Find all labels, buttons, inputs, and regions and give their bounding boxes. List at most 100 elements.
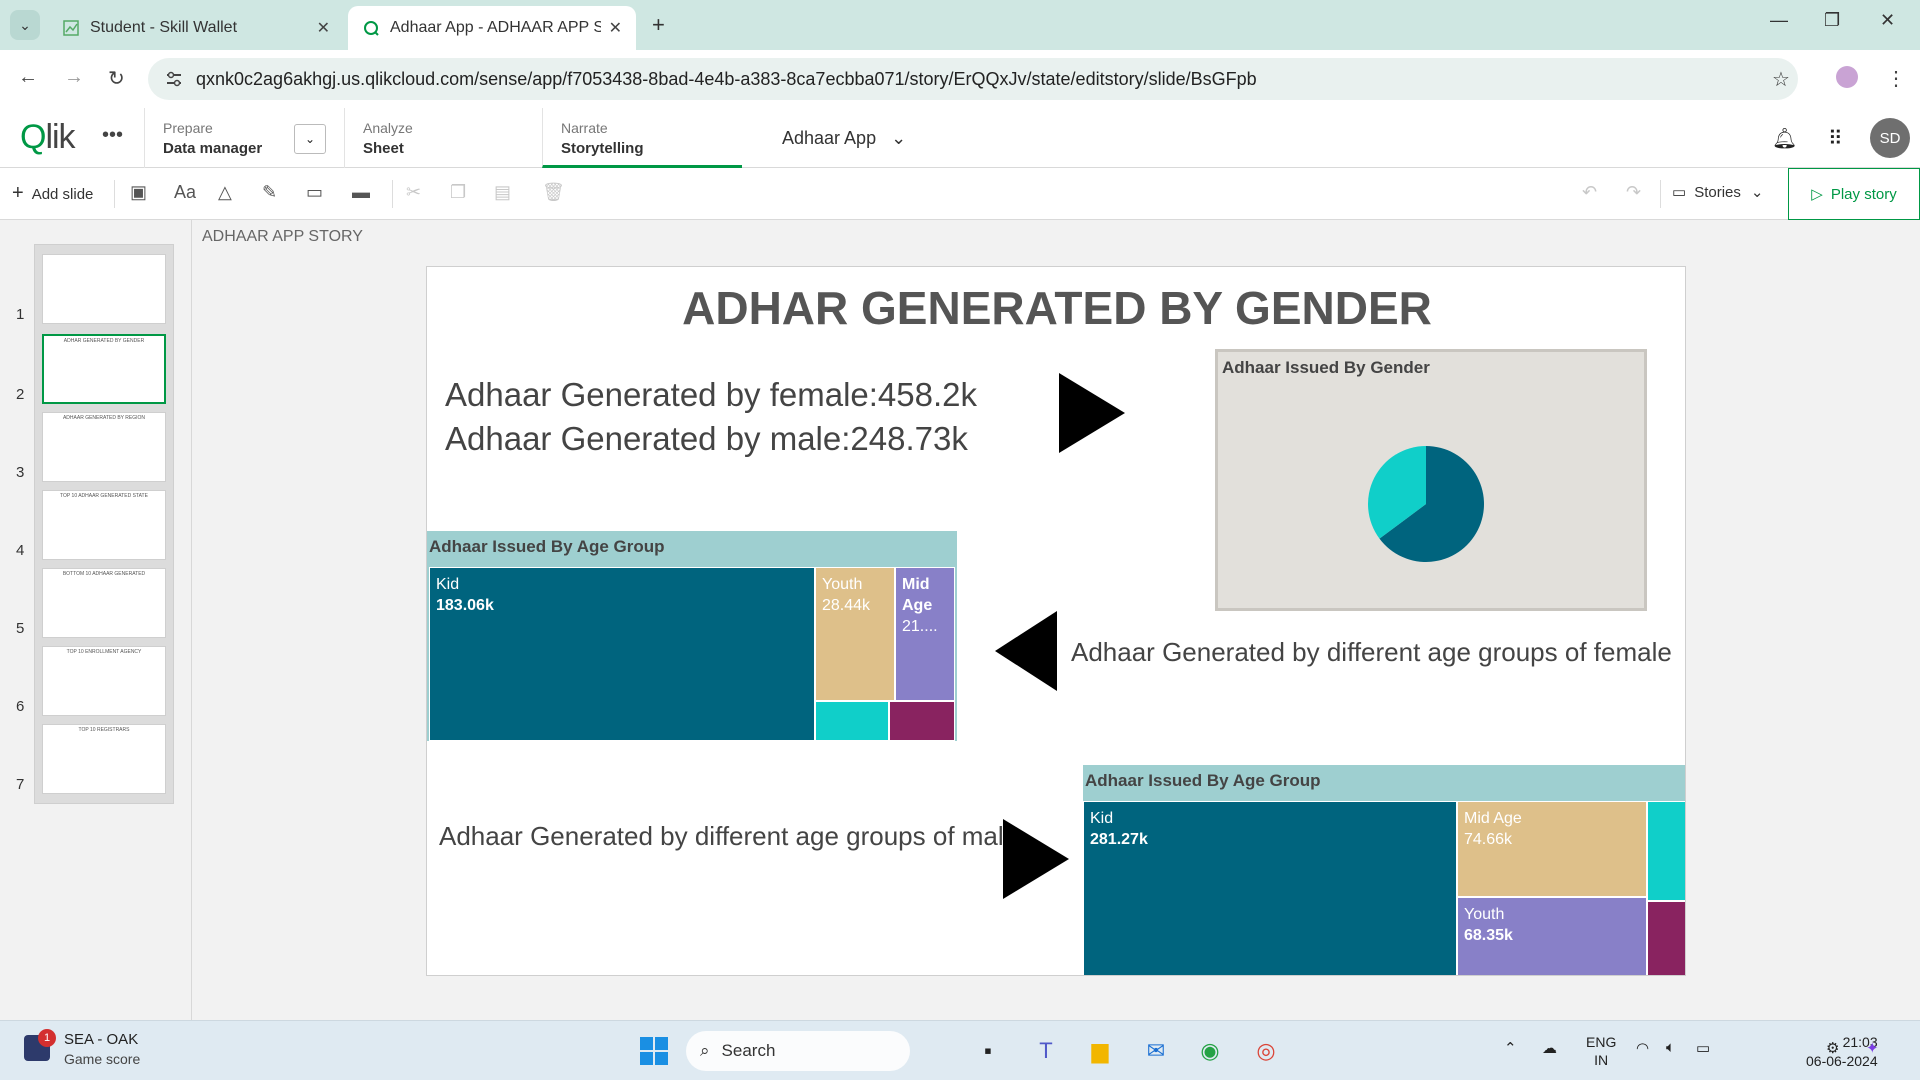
arrow-left-shape[interactable]	[995, 611, 1057, 691]
male-age-caption[interactable]: Adhaar Generated by different age groups…	[439, 821, 1018, 852]
browser-tab-strip: ⌄ Student - Skill Wallet ✕ Adhaar App - …	[0, 0, 1920, 50]
close-icon[interactable]: ✕	[609, 18, 622, 38]
treemap-cell-teal[interactable]	[815, 701, 889, 741]
browser-menu-icon[interactable]: ⋮	[1886, 66, 1906, 91]
chevron-down-icon: ⌄	[1750, 184, 1764, 201]
window-close-icon[interactable]: ✕	[1880, 10, 1895, 31]
mail-icon[interactable]: ✉	[1140, 1035, 1172, 1067]
task-view-icon[interactable]: ▪	[972, 1035, 1004, 1067]
qlik-logo[interactable]: Qlik	[20, 118, 76, 157]
tray-overflow-chevron-icon[interactable]: ⌃	[1504, 1039, 1517, 1057]
restore-icon[interactable]: ❐	[1824, 10, 1840, 31]
new-tab-icon[interactable]: +	[652, 12, 665, 38]
arrow-right-shape[interactable]	[1059, 373, 1125, 453]
play-story-button[interactable]: ▷ Play story	[1788, 168, 1920, 220]
slide-title[interactable]: ADHAR GENERATED BY GENDER	[427, 281, 1685, 335]
treemap-cell-teal[interactable]	[1647, 801, 1685, 901]
taskbar-search-input[interactable]: ⌕ Search	[686, 1031, 910, 1071]
tab-adhaar-app[interactable]: Adhaar App - ADHAAR APP STC ✕	[348, 6, 636, 50]
treemap-cell-mid-age[interactable]: Mid Age 74.66k	[1457, 801, 1647, 897]
slide-thumbnail-2[interactable]: ADHAR GENERATED BY GENDER	[42, 334, 166, 404]
language-indicator[interactable]: ENG IN	[1586, 1033, 1616, 1069]
add-slide-button[interactable]: + Add slide	[12, 182, 93, 205]
sheet-icon[interactable]: ▬	[352, 182, 370, 203]
thumbnail-title: TOP 10 ENROLLMENT AGENCY	[66, 649, 142, 655]
thumbnail-title: ADHAAR GENERATED BY REGION	[62, 415, 146, 421]
male-count-text: Adhaar Generated by male:248.73k	[445, 420, 968, 457]
nav-analyze[interactable]: Analyze Sheet	[344, 108, 542, 168]
tab-search-chevron-icon[interactable]: ⌄	[10, 10, 40, 40]
cell-label: Kid	[1090, 810, 1114, 827]
chart-title: Adhaar Issued By Gender	[1222, 358, 1430, 377]
volume-icon[interactable]: 🔈︎	[1666, 1039, 1675, 1056]
forward-icon[interactable]: →	[64, 66, 84, 89]
onedrive-cloud-icon[interactable]: ☁	[1542, 1039, 1557, 1057]
wifi-icon[interactable]: ◠	[1636, 1039, 1649, 1057]
treemap-cell-kid[interactable]: Kid 183.06k	[429, 567, 815, 741]
stories-dropdown[interactable]: ▭ Stories ⌄	[1672, 183, 1763, 201]
url-input[interactable]: qxnk0c2ag6akhgj.us.qlikcloud.com/sense/a…	[148, 58, 1798, 100]
female-age-caption[interactable]: Adhaar Generated by different age groups…	[1071, 637, 1672, 668]
user-avatar[interactable]: SD	[1870, 118, 1910, 158]
bookmark-star-icon[interactable]: ☆	[1772, 67, 1790, 92]
treemap-cell-mid-age[interactable]: Mid Age 21....	[895, 567, 955, 701]
more-options-icon[interactable]: •••	[102, 124, 123, 147]
female-count-text: Adhaar Generated by female:458.2k	[445, 376, 978, 413]
slide-thumbnail-1[interactable]	[42, 254, 166, 324]
whatsapp-icon[interactable]: ◉	[1194, 1035, 1226, 1067]
region-code: IN	[1594, 1052, 1609, 1068]
apps-grid-icon[interactable]: ⠿	[1828, 126, 1843, 151]
thumbnail-title: TOP 10 REGISTRARS	[78, 727, 130, 733]
snapshot-icon[interactable]: ▣	[130, 182, 147, 203]
pie-slices	[1368, 446, 1484, 562]
battery-icon[interactable]: ▭	[1696, 1039, 1710, 1057]
redo-icon[interactable]: ↷	[1626, 182, 1641, 203]
file-explorer-icon[interactable]: ▆	[1084, 1035, 1116, 1067]
arrow-right-shape[interactable]	[1003, 819, 1069, 899]
nav-narrate[interactable]: Narrate Storytelling	[542, 108, 742, 168]
windows-taskbar: SEA - OAK Game score 1 ⌕ Search ▪ T ▆ ✉ ◉…	[0, 1020, 1920, 1080]
male-age-treemap[interactable]: Adhaar Issued By Age Group Kid 281.27k M…	[1083, 765, 1685, 975]
windows-start-icon[interactable]	[638, 1035, 670, 1067]
treemap-cell-youth[interactable]: Youth 28.44k	[815, 567, 895, 701]
gender-summary-text[interactable]: Adhaar Generated by female:458.2k Adhaar…	[445, 373, 977, 461]
effects-icon[interactable]: ✎	[262, 182, 277, 203]
slide-thumbnail-4[interactable]: TOP 10 ADHAAR GENERATED STATE	[42, 490, 166, 560]
app-name-dropdown[interactable]: Adhaar App ⌄	[782, 128, 906, 149]
slide-thumbnail-6[interactable]: TOP 10 ENROLLMENT AGENCY	[42, 646, 166, 716]
stories-icon: ▭	[1672, 184, 1687, 201]
chrome-icon[interactable]: ◎	[1250, 1035, 1282, 1067]
cell-value: 28.44k	[822, 597, 871, 614]
tab-student-skill-wallet[interactable]: Student - Skill Wallet ✕	[48, 6, 344, 50]
reload-icon[interactable]: ↻	[108, 66, 125, 91]
shapes-icon[interactable]: △	[218, 182, 232, 203]
slide-number: 2	[16, 386, 25, 403]
female-age-treemap[interactable]: Adhaar Issued By Age Group Kid 183.06k Y…	[427, 531, 957, 741]
minimize-icon[interactable]: —	[1770, 10, 1788, 31]
close-icon[interactable]: ✕	[317, 18, 330, 38]
cut-icon[interactable]: ✂	[406, 182, 421, 203]
site-info-icon[interactable]	[164, 69, 184, 94]
undo-icon[interactable]: ↶	[1582, 182, 1597, 203]
settings-gear-icon[interactable]: ⚙	[1826, 1039, 1839, 1057]
delete-icon[interactable]: 🗑︎	[542, 182, 565, 203]
notifications-bell-icon[interactable]: 🔔︎	[1772, 126, 1797, 151]
treemap-cell-kid[interactable]: Kid 281.27k	[1083, 801, 1457, 975]
profile-avatar-icon[interactable]	[1836, 66, 1858, 88]
treemap-cell-maroon[interactable]	[1647, 901, 1685, 975]
story-slide[interactable]: ADHAR GENERATED BY GENDER Adhaar Generat…	[426, 266, 1686, 976]
teams-icon[interactable]: T	[1030, 1035, 1062, 1067]
image-icon[interactable]: ▭	[306, 182, 323, 203]
paste-icon[interactable]: ▤	[494, 182, 511, 203]
slide-thumbnail-5[interactable]: BOTTOM 10 ADHAAR GENERATED	[42, 568, 166, 638]
copy-icon[interactable]: ❐	[450, 182, 466, 203]
text-icon[interactable]: Aa	[174, 182, 196, 203]
treemap-cell-maroon[interactable]	[889, 701, 955, 741]
copilot-icon[interactable]: ✦	[1866, 1039, 1879, 1057]
gender-pie-chart[interactable]: Adhaar Issued By Gender	[1215, 349, 1647, 611]
slide-thumbnail-3[interactable]: ADHAAR GENERATED BY REGION	[42, 412, 166, 482]
back-icon[interactable]: ←	[18, 66, 38, 89]
slide-thumbnail-7[interactable]: TOP 10 REGISTRARS	[42, 724, 166, 794]
prepare-dropdown-chevron-icon[interactable]: ⌄	[294, 124, 326, 154]
treemap-cell-youth[interactable]: Youth 68.35k	[1457, 897, 1647, 975]
